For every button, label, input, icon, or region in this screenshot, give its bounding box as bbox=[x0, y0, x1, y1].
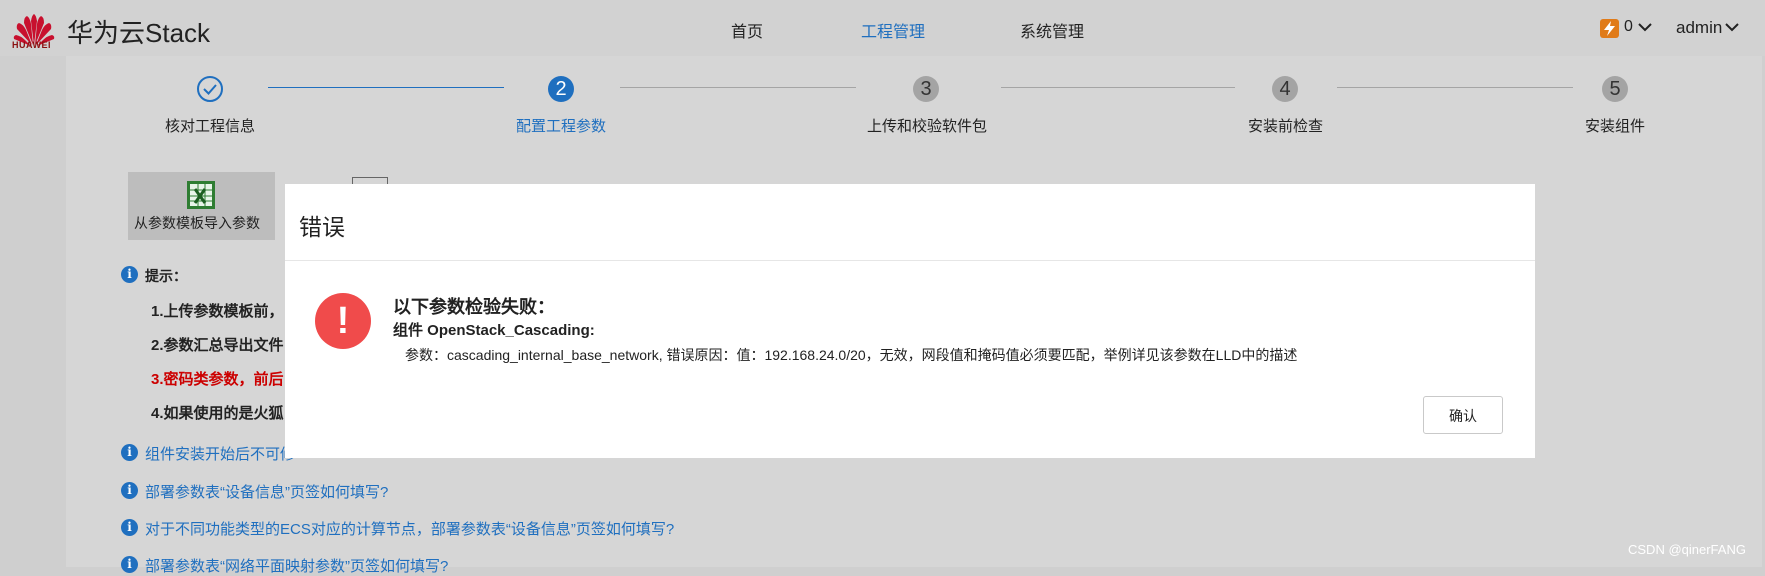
info-icon: i bbox=[121, 444, 138, 461]
error-component: 组件 OpenStack_Cascading: bbox=[393, 322, 595, 339]
chevron-down-icon[interactable] bbox=[1637, 20, 1653, 34]
dialog-divider bbox=[285, 260, 1535, 261]
error-dialog: 错误 ! 以下参数检验失败： 组件 OpenStack_Cascading: 参… bbox=[285, 184, 1535, 458]
import-button-label: 从参数模板导入参数 bbox=[134, 215, 260, 231]
step-4-circle: 4 bbox=[1272, 76, 1298, 102]
logo-text: HUAWEI bbox=[12, 40, 51, 50]
help-link-2[interactable]: 部署参数表“设备信息”页签如何填写? bbox=[145, 481, 388, 502]
top-header: HUAWEI 华为云Stack 首页 工程管理 系统管理 0 admin bbox=[0, 0, 1765, 56]
chevron-down-icon[interactable] bbox=[1724, 20, 1740, 34]
help-link-4[interactable]: 部署参数表“网络平面映射参数”页签如何填写? bbox=[145, 555, 448, 576]
confirm-button[interactable]: 确认 bbox=[1423, 396, 1503, 434]
step-4-label: 安装前检查 bbox=[1248, 118, 1324, 135]
notification-count: 0 bbox=[1624, 18, 1633, 35]
error-heading: 以下参数检验失败： bbox=[393, 297, 555, 317]
info-icon: i bbox=[121, 482, 138, 499]
brand-title: 华为云Stack bbox=[67, 18, 211, 48]
help-link-3[interactable]: 对于不同功能类型的ECS对应的计算节点，部署参数表“设备信息”页签如何填写? bbox=[145, 518, 674, 539]
step-5-label: 安装组件 bbox=[1585, 118, 1646, 135]
step-2-circle: 2 bbox=[548, 76, 574, 102]
watermark: CSDN @qinerFANG bbox=[1628, 542, 1746, 557]
tip-line-1: 1.上传参数模板前， bbox=[151, 303, 284, 320]
nav-system-management[interactable]: 系统管理 bbox=[1020, 18, 1084, 42]
tip-line-4: 4.如果使用的是火狐 bbox=[151, 405, 284, 422]
lightning-icon bbox=[1604, 21, 1615, 36]
tip-line-2: 2.参数汇总导出文件 bbox=[151, 337, 284, 354]
nav-project-management[interactable]: 工程管理 bbox=[861, 18, 925, 42]
step-2-label: 配置工程参数 bbox=[516, 118, 607, 135]
step-3-circle: 3 bbox=[913, 76, 939, 102]
tip-line-3-text: 密码类参数，前后 bbox=[163, 371, 284, 388]
user-menu[interactable]: admin bbox=[1676, 18, 1722, 38]
step-connector bbox=[620, 87, 856, 88]
help-link-1[interactable]: 组件安装开始后不可修 bbox=[145, 443, 295, 464]
dialog-title: 错误 bbox=[299, 214, 345, 240]
step-connector bbox=[1337, 87, 1573, 88]
excel-icon bbox=[187, 181, 215, 209]
error-detail: 参数：cascading_internal_base_network, 错误原因… bbox=[405, 347, 1298, 363]
nav-home[interactable]: 首页 bbox=[731, 18, 763, 42]
import-from-template-button[interactable]: 从参数模板导入参数 bbox=[128, 172, 275, 240]
step-1-label: 核对工程信息 bbox=[165, 118, 256, 135]
step-connector bbox=[268, 87, 504, 88]
tips-title: 提示： bbox=[145, 268, 187, 284]
step-connector bbox=[1001, 87, 1235, 88]
step-5-circle: 5 bbox=[1602, 76, 1628, 102]
info-icon: i bbox=[121, 266, 138, 283]
step-3-label: 上传和校验软件包 bbox=[867, 118, 988, 135]
tip-line-3: 3.密码类参数，前后 bbox=[151, 368, 284, 389]
info-icon: i bbox=[121, 556, 138, 573]
info-icon: i bbox=[121, 519, 138, 536]
tip-line-3-number: 3. bbox=[151, 371, 164, 388]
error-icon: ! bbox=[315, 293, 371, 349]
step-1-check-icon bbox=[197, 76, 223, 102]
notification-button[interactable] bbox=[1600, 19, 1619, 38]
